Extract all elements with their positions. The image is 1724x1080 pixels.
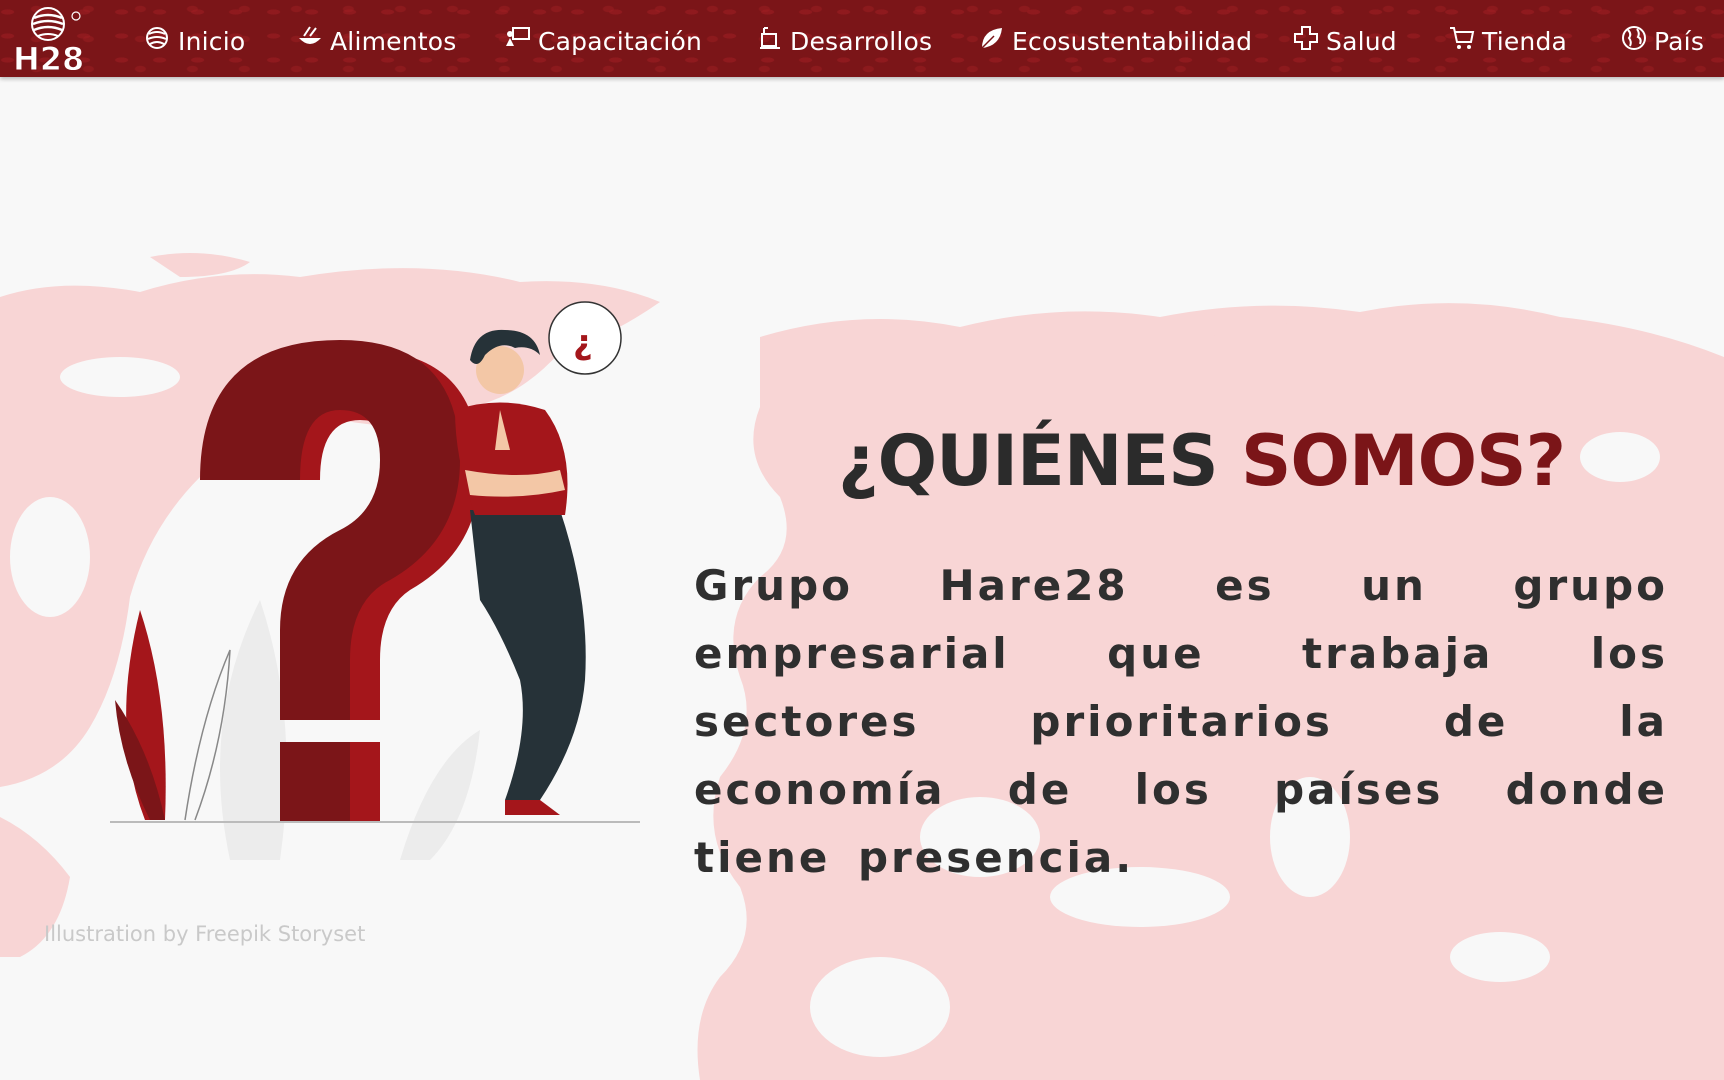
nav-label: Salud [1326, 26, 1397, 56]
logo-text: H28 [13, 40, 84, 72]
nav-label: País [1654, 26, 1705, 56]
nav-label: Desarrollos [790, 26, 933, 56]
nav-label: Inicio [178, 26, 246, 56]
h28-logo[interactable]: H28 [10, 4, 90, 79]
main-navbar: H28 Inicio Alimentos Capacitación Desarr… [0, 0, 1724, 79]
nav-salud[interactable]: Salud [1292, 16, 1397, 60]
illustration-credit: Illustration by Freepik Storyset [44, 922, 366, 946]
development-device-icon [760, 27, 780, 49]
bubble-question-mark: ¿ [573, 323, 593, 363]
nav-desarrollos[interactable]: Desarrollos [756, 16, 932, 60]
food-bowl-icon [299, 26, 321, 44]
nav-inicio[interactable]: Inicio [144, 16, 245, 60]
page-title: ¿QUIÉNES SOMOS? [838, 420, 1566, 502]
nav-label: Tienda [1482, 26, 1568, 56]
nav-label: Ecosustentabilidad [1012, 26, 1253, 56]
home-leaf-icon [146, 27, 168, 49]
thinking-person-illustration: ¿ [110, 301, 640, 860]
nav-tienda[interactable]: Tienda [1448, 16, 1567, 60]
nav-capacitacion[interactable]: Capacitación [504, 16, 702, 60]
nav-label: Alimentos [330, 26, 457, 56]
medical-cross-icon [1294, 26, 1318, 50]
nav-label: Capacitación [538, 26, 703, 56]
title-part-1: ¿QUIÉNES [838, 420, 1219, 502]
leaf-icon [981, 28, 1002, 49]
nav-alimentos[interactable]: Alimentos [296, 16, 457, 60]
nav-ecosustentabilidad[interactable]: Ecosustentabilidad [978, 16, 1252, 60]
nav-pais[interactable]: País [1620, 16, 1704, 60]
training-board-icon [506, 27, 530, 46]
globe-icon [1622, 26, 1646, 50]
company-description: Grupo Hare28 es un grupo empresarial que… [694, 561, 1668, 882]
title-part-2: SOMOS? [1241, 420, 1566, 502]
shopping-cart-icon [1450, 27, 1475, 49]
